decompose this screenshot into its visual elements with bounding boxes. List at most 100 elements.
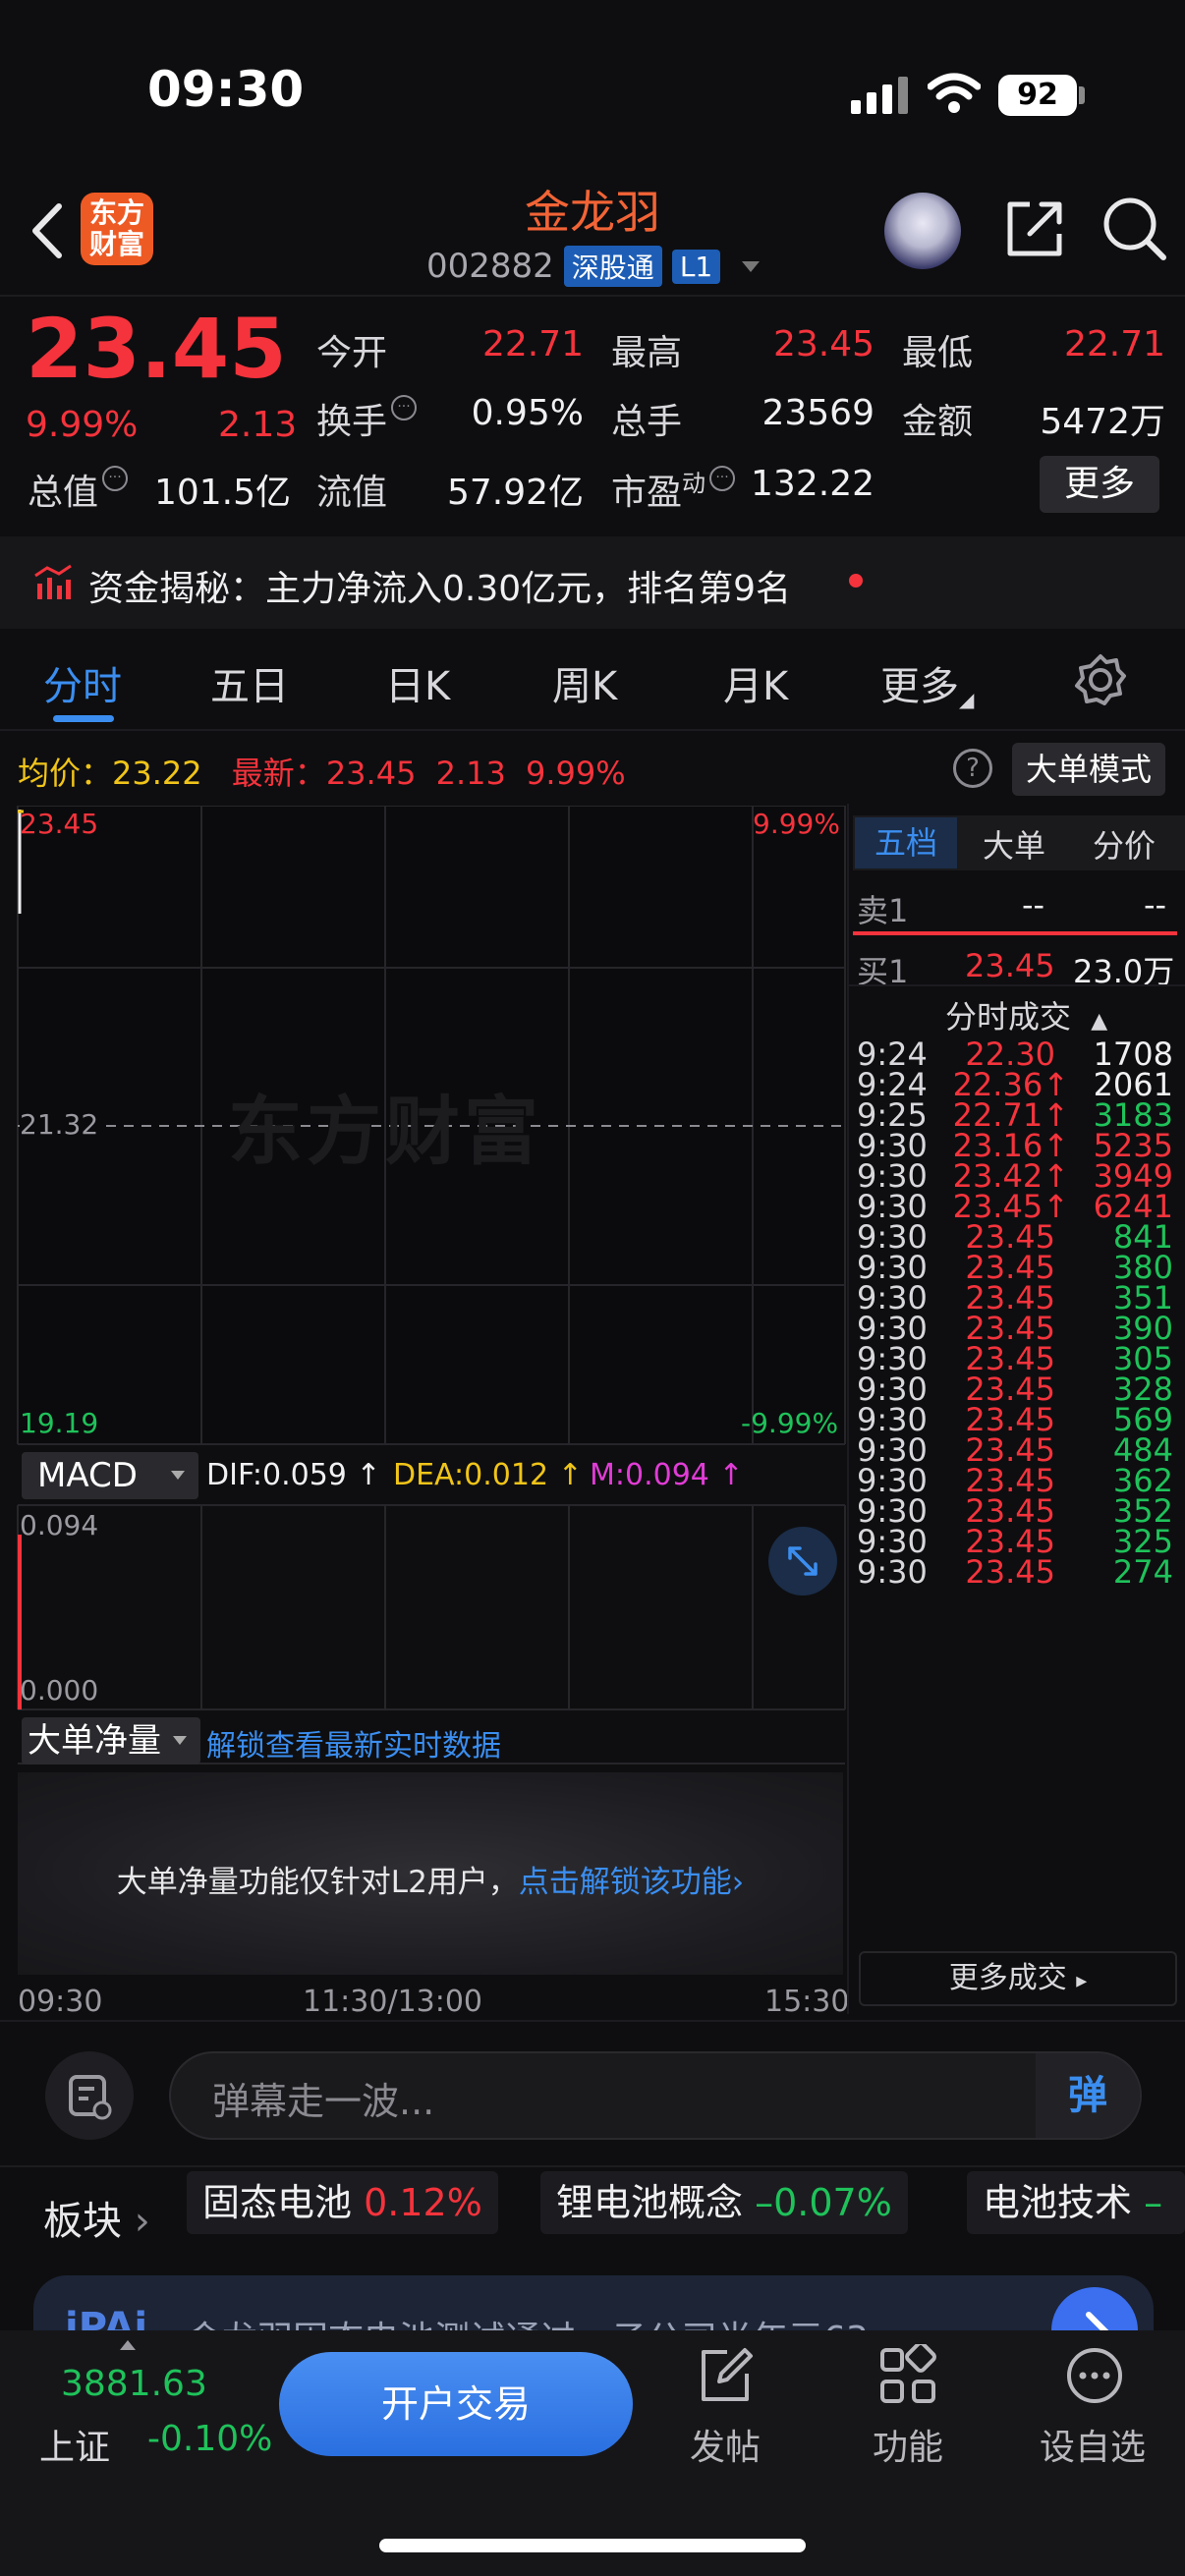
big-order-mode-button[interactable]: 大单模式 — [1012, 743, 1165, 796]
big-order-select[interactable]: 大单净量 — [22, 1717, 200, 1764]
watermark: 东方财富 — [228, 1088, 542, 1175]
pct-axis-top: 9.99% — [753, 808, 840, 840]
tab-more[interactable]: 更多◢ — [880, 654, 974, 711]
wifi-icon — [928, 73, 981, 113]
sell1-label: 卖1 — [857, 892, 909, 929]
tab-intraday[interactable]: 分时 — [43, 654, 122, 711]
tab-big-order[interactable]: 大单 — [983, 821, 1045, 867]
macd-m: M:0.094 ↑ — [590, 1458, 744, 1492]
unlock-feature-link[interactable]: 点击解锁该功能 — [519, 1865, 732, 1900]
macd-y-top: 0.094 — [20, 1509, 99, 1541]
trades-header[interactable]: 分时成交 ▲ — [945, 992, 1107, 1037]
chevron-down-icon — [742, 260, 761, 272]
battery-icon: 92 — [998, 75, 1077, 116]
add-watchlist-icon[interactable] — [1063, 2344, 1126, 2407]
mktcap-label: 总值 ··· — [28, 464, 129, 515]
amount-label: 金额 — [902, 402, 974, 442]
nav-function[interactable]: 功能 — [849, 2419, 967, 2470]
macd-grid — [17, 1504, 846, 1710]
tab-five-day[interactable]: 五日 — [210, 654, 289, 711]
volume-value: 23569 — [762, 393, 875, 433]
trade-price: 23.45 — [965, 1553, 1055, 1591]
bar-chart-icon — [34, 564, 72, 599]
time-axis-mid: 11:30/13:00 — [303, 1985, 483, 2019]
index-name: 上证 — [39, 2428, 111, 2468]
change-amount: 2.13 — [218, 405, 298, 445]
open-value: 22.71 — [481, 324, 584, 364]
tab-weekly-k[interactable]: 周K — [552, 654, 617, 711]
search-icon[interactable] — [1100, 195, 1169, 263]
tab-five-level[interactable]: 五档 — [855, 817, 957, 868]
sector-label[interactable]: 板块 › — [43, 2189, 150, 2246]
last-price: 23.45 — [26, 301, 287, 397]
notification-dot — [849, 574, 863, 588]
help-icon[interactable]: ? — [953, 749, 992, 788]
amount-value: 5472万 — [1040, 402, 1165, 442]
float-label: 流值 — [316, 473, 388, 513]
info-icon[interactable]: ··· — [391, 395, 418, 420]
y-axis-bottom: 19.19 — [20, 1407, 99, 1439]
y-axis-mid: 21.32 — [20, 1108, 99, 1141]
danmu-settings-icon[interactable] — [45, 2051, 134, 2140]
sell1-price: -- — [1022, 886, 1045, 924]
open-label: 今开 — [316, 333, 388, 373]
trade-time: 9:30 — [857, 1553, 928, 1591]
y-axis-top: 23.45 — [20, 808, 99, 840]
trade-row: 9:30 23.45 274 — [853, 1553, 1179, 1604]
trade-volume: 274 — [1112, 1553, 1173, 1591]
chart-bottom-divider — [0, 2020, 1185, 2022]
sector-chip-lithium[interactable]: 锂电池概念 –0.07% — [540, 2171, 908, 2234]
battery-tip — [1079, 86, 1085, 104]
function-icon[interactable] — [876, 2344, 939, 2407]
sell1-volume: -- — [1144, 886, 1167, 924]
tab-price-dist[interactable]: 分价 — [1093, 821, 1156, 867]
ob-divider — [847, 984, 1185, 986]
share-icon[interactable] — [1002, 196, 1067, 261]
header-divider — [0, 295, 1185, 297]
change-percent: 9.99% — [26, 405, 139, 445]
sector-chip-battery-tech[interactable]: 电池技术 – — [967, 2171, 1185, 2234]
gear-icon[interactable] — [1073, 652, 1128, 707]
stock-code-row[interactable]: 002882 深股通 L1 — [426, 246, 761, 287]
open-account-trade-button[interactable]: 开户交易 — [279, 2352, 633, 2456]
post-icon[interactable] — [694, 2344, 757, 2407]
macd-dea: DEA:0.012 ↑ — [393, 1458, 583, 1492]
stock-code: 002882 — [426, 247, 554, 286]
low-value: 22.71 — [1063, 324, 1165, 364]
panel-divider — [847, 804, 849, 2014]
pe-value: 132.22 — [751, 464, 875, 504]
low-label: 最低 — [902, 333, 974, 373]
tag-sgt: 深股通 — [563, 246, 662, 287]
macd-y-bottom: 0.000 — [20, 1674, 99, 1707]
robot-assistant-icon[interactable] — [884, 193, 961, 269]
float-value: 57.92亿 — [446, 473, 584, 513]
high-label: 最高 — [611, 333, 683, 373]
avg-price-row: 均价：23.22 最新：23.45 2.13 9.99% — [18, 755, 626, 792]
unlock-realtime-link[interactable]: 解锁查看最新实时数据 — [206, 1721, 501, 1764]
sector-chip-solid-battery[interactable]: 固态电池 0.12% — [187, 2171, 498, 2234]
expand-icon[interactable] — [768, 1527, 837, 1596]
more-quote-button[interactable]: 更多 — [1040, 456, 1159, 513]
tab-underline — [53, 715, 114, 722]
danmu-send-button[interactable]: 弹 — [1036, 2053, 1140, 2138]
time-axis-end: 15:30 — [764, 1985, 850, 2019]
info-icon[interactable]: ··· — [709, 466, 736, 491]
volume-label: 总手 — [611, 402, 683, 442]
capital-flow-text: 资金揭秘：主力净流入0.30亿元，排名第9名 — [88, 569, 792, 609]
indicator-select[interactable]: MACD — [22, 1452, 198, 1499]
nav-add-watchlist[interactable]: 设自选 — [1034, 2419, 1152, 2470]
danmu-placeholder: 弹幕走一波... — [212, 2080, 435, 2123]
turnover-label: 换手 ··· — [316, 393, 418, 444]
nav-post[interactable]: 发帖 — [666, 2419, 784, 2470]
index-value[interactable]: 3881.63 — [61, 2364, 207, 2404]
more-trades-button[interactable]: 更多成交 ▸ — [859, 1951, 1177, 2006]
tabs-divider — [0, 729, 1185, 731]
buy1-price: 23.45 — [965, 947, 1055, 984]
tab-daily-k[interactable]: 日K — [385, 654, 450, 711]
status-time: 09:30 — [147, 61, 305, 118]
signal-icon — [851, 77, 908, 114]
tab-monthly-k[interactable]: 月K — [723, 654, 788, 711]
info-icon[interactable]: ··· — [102, 466, 129, 491]
pct-axis-bottom: -9.99% — [741, 1407, 839, 1439]
danmu-divider — [0, 2165, 1185, 2167]
